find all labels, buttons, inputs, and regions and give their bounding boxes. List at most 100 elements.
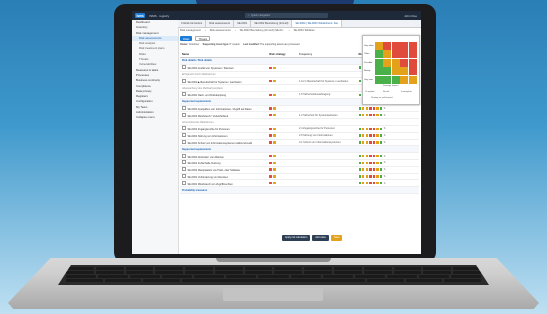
org-switcher[interactable]: ISMS · registry xyxy=(149,14,169,18)
table-row[interactable]: SE-0001 Verhinderung von Diensten ✎ xyxy=(180,173,419,181)
table-row[interactable]: SE-0001 Missbrauch von Zugriffsrechten ✎ xyxy=(180,180,419,188)
row-strategy[interactable] xyxy=(269,107,299,110)
view-button[interactable]: Threats xyxy=(195,36,211,41)
table-row[interactable]: SE-0001 Ausspähen von Informationen / Zu… xyxy=(180,105,419,113)
matrix-cell[interactable] xyxy=(375,50,383,59)
edit-icon[interactable]: ✎ xyxy=(384,175,386,178)
breadcrumb-item[interactable]: Risk management xyxy=(180,29,201,34)
row-strategy[interactable] xyxy=(269,93,299,97)
matrix-cell[interactable] xyxy=(408,50,417,59)
matrix-cell[interactable] xyxy=(391,58,400,67)
matrix-cell[interactable] xyxy=(400,42,409,50)
row-checkbox[interactable] xyxy=(182,92,186,97)
edit-icon[interactable]: ✎ xyxy=(384,107,386,110)
row-strategy[interactable] xyxy=(269,161,299,165)
matrix-cell[interactable] xyxy=(391,67,400,76)
breadcrumb-item[interactable]: Risk assessments xyxy=(210,29,231,34)
row-checkbox[interactable] xyxy=(182,133,186,138)
row-strategy[interactable] xyxy=(269,134,299,137)
user-menu[interactable]: John Doe xyxy=(404,14,417,18)
matrix-cell[interactable] xyxy=(400,58,409,67)
apply-calculation-button[interactable]: Apply risk calculation xyxy=(282,235,311,241)
sidebar-item[interactable]: Collapse menu xyxy=(132,115,178,120)
breadcrumb-item[interactable]: SE-0002 Beurteilung (formell) (SE-00... xyxy=(240,29,285,34)
matrix-cell[interactable] xyxy=(383,58,392,67)
row-checkbox[interactable] xyxy=(182,139,186,144)
tab-item[interactable]: SE-0001 xyxy=(234,20,252,27)
matrix-cell[interactable] xyxy=(391,75,400,84)
edit-icon[interactable]: ✎ xyxy=(384,168,386,171)
edit-icon[interactable]: ✎ xyxy=(384,155,386,158)
row-checkbox[interactable] xyxy=(182,126,186,131)
table-row[interactable]: SE-0001 Manipulation von Hard- oder Soft… xyxy=(180,167,419,174)
score-cell xyxy=(369,107,372,110)
col-frequency[interactable]: Frequency xyxy=(299,53,359,56)
row-checkbox[interactable] xyxy=(182,78,186,83)
matrix-cell[interactable] xyxy=(375,42,383,50)
matrix-cell[interactable] xyxy=(400,50,409,59)
row-strategy[interactable] xyxy=(269,141,299,144)
row-checkbox[interactable] xyxy=(182,173,186,178)
col-strategy[interactable]: Risk strategy xyxy=(269,53,299,56)
score-cell xyxy=(365,175,369,178)
matrix-cell[interactable] xyxy=(400,67,409,76)
row-name-cell: SE-0001 Störung von Informationen xyxy=(180,133,269,138)
edit-icon[interactable]: ✎ xyxy=(384,114,386,117)
row-strategy[interactable] xyxy=(269,127,299,131)
row-name: SE-0001 Ausspähen von Informationen / Zu… xyxy=(187,107,252,111)
edit-icon[interactable]: ✎ xyxy=(384,141,386,144)
table-row[interactable]: SE-0001 Zugangsrechte für Personen 2.4 Zu… xyxy=(180,126,419,133)
tab-item[interactable]: Risk assessments xyxy=(206,20,235,27)
risk-level-pill xyxy=(273,66,277,69)
row-checkbox[interactable] xyxy=(182,167,186,172)
row-strategy[interactable] xyxy=(269,114,299,117)
matrix-cell[interactable] xyxy=(391,50,400,59)
row-checkbox[interactable] xyxy=(182,65,186,70)
add-value-button[interactable]: Add value xyxy=(312,235,329,241)
edit-icon[interactable]: ✎ xyxy=(384,134,386,137)
row-strategy[interactable] xyxy=(269,154,299,158)
row-checkbox[interactable] xyxy=(182,112,186,117)
matrix-cell[interactable] xyxy=(408,58,417,67)
matrix-cell[interactable] xyxy=(391,42,400,50)
view-button[interactable]: Risks xyxy=(180,36,193,41)
table-row[interactable]: SE-0001 Missbrauch / Verletzlichkeit 1.2 … xyxy=(180,112,419,120)
matrix-cell[interactable] xyxy=(408,67,417,76)
matrix-cell[interactable] xyxy=(408,42,417,50)
matrix-cell[interactable] xyxy=(400,75,409,84)
col-name[interactable]: Name xyxy=(180,53,269,56)
edit-icon[interactable]: ✎ xyxy=(384,127,386,130)
row-strategy[interactable] xyxy=(269,175,299,178)
matrix-cell[interactable] xyxy=(375,67,383,76)
matrix-cell[interactable] xyxy=(375,75,383,84)
row-checkbox[interactable] xyxy=(182,105,186,110)
table-row[interactable]: SE-0001 Fehlerhafte Nutzung ✎ xyxy=(180,160,419,167)
search-input[interactable]: ⌕ Quick navigation xyxy=(245,13,329,18)
row-checkbox[interactable] xyxy=(182,153,186,158)
row-strategy[interactable] xyxy=(269,168,299,171)
row-checkbox[interactable] xyxy=(182,180,186,185)
tab-item[interactable]: Critical risk factors xyxy=(178,20,207,27)
asset-value: IT system xyxy=(229,43,240,46)
save-button[interactable]: Save xyxy=(330,235,343,241)
matrix-cell[interactable] xyxy=(408,75,417,84)
risk-matrix-popup: Very often Often Possible Rarely Very rare Da… xyxy=(362,35,420,105)
matrix-cell[interactable] xyxy=(383,67,392,76)
tab-item[interactable]: SE-0002 | SE-0001 Wiederherst. Kat. xyxy=(292,20,343,27)
breadcrumb-item[interactable]: SE-0004 Teildaten xyxy=(294,29,315,34)
matrix-cell[interactable] xyxy=(383,50,392,59)
row-strategy[interactable] xyxy=(269,80,299,83)
table-row[interactable]: SE-0001 Abstreiten von Aktionen ✎ xyxy=(180,153,419,160)
matrix-cell[interactable] xyxy=(383,42,392,50)
row-strategy[interactable] xyxy=(269,66,299,69)
row-scores: ✎ xyxy=(358,168,419,171)
matrix-cell[interactable] xyxy=(383,75,392,84)
table-row[interactable]: SE-0001 Störung von Informationen 2.6 Stö… xyxy=(180,133,419,140)
tab-item[interactable]: SE-0002 Beurteilung (formell) xyxy=(251,20,293,27)
row-checkbox[interactable] xyxy=(182,160,186,165)
row-strategy[interactable] xyxy=(269,182,299,185)
edit-icon[interactable]: ✎ xyxy=(384,161,386,164)
table-row[interactable]: SE-0001 Schutz von Informationssystemen … xyxy=(180,139,419,147)
matrix-cell[interactable] xyxy=(375,58,383,67)
edit-icon[interactable]: ✎ xyxy=(384,182,386,185)
